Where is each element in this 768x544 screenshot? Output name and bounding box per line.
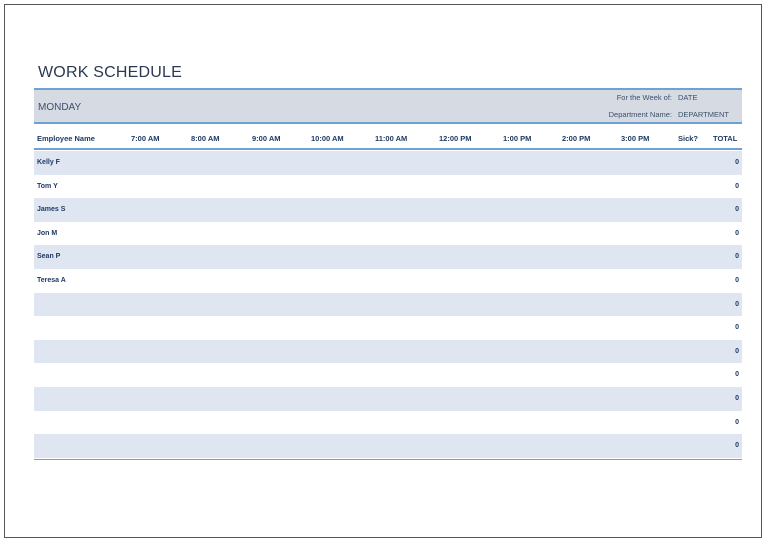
table-row[interactable]: Sean P 0 <box>34 245 742 269</box>
row-total: 0 <box>735 229 739 237</box>
row-total: 0 <box>735 347 739 355</box>
employee-name: Kelly F <box>37 159 60 166</box>
col-9am: 9:00 AM <box>252 134 281 143</box>
col-3pm: 3:00 PM <box>621 134 650 143</box>
row-total: 0 <box>735 300 739 308</box>
day-label: MONDAY <box>38 102 82 113</box>
col-sick: Sick? <box>678 134 699 143</box>
row-total: 0 <box>735 394 739 402</box>
table-row[interactable]: Tom Y 0 <box>34 175 742 199</box>
department-value[interactable]: DEPARTMENT <box>678 110 729 119</box>
table-row[interactable]: 0 <box>34 434 742 458</box>
col-1pm: 1:00 PM <box>503 134 532 143</box>
row-total: 0 <box>735 324 739 332</box>
col-11am: 11:00 AM <box>375 134 408 143</box>
column-header-row: Employee Name 7:00 AM 8:00 AM 9:00 AM 10… <box>34 128 742 150</box>
table-row[interactable]: Jon M 0 <box>34 222 742 246</box>
table-row[interactable]: 0 <box>34 339 742 364</box>
row-total: 0 <box>735 418 739 426</box>
col-7am: 7:00 AM <box>131 134 160 143</box>
table-bottom-border <box>34 459 742 460</box>
row-total: 0 <box>735 442 739 450</box>
row-total: 0 <box>735 159 739 166</box>
row-total: 0 <box>735 182 739 190</box>
col-12pm: 12:00 PM <box>439 134 472 143</box>
table-row[interactable]: Kelly F 0 <box>34 151 742 175</box>
department-label: Department Name: <box>608 110 672 119</box>
table-row[interactable]: 0 <box>34 316 742 340</box>
employee-name: Jon M <box>37 229 58 237</box>
row-total: 0 <box>735 276 739 284</box>
row-total: 0 <box>735 253 739 261</box>
employee-name: Teresa A <box>37 276 66 284</box>
row-total: 0 <box>735 371 739 379</box>
table-row[interactable]: James S 0 <box>34 198 742 222</box>
document-title: WORK SCHEDULE <box>38 64 182 81</box>
table-row[interactable]: 0 <box>34 363 742 387</box>
week-value[interactable]: DATE <box>678 93 697 102</box>
employee-name: James S <box>37 206 66 214</box>
employee-name: Sean P <box>37 253 61 261</box>
col-employee-name: Employee Name <box>37 134 95 143</box>
row-total: 0 <box>735 206 739 214</box>
employee-name: Tom Y <box>37 182 58 190</box>
table-row[interactable]: Teresa A 0 <box>34 269 742 293</box>
col-8am: 8:00 AM <box>191 134 220 143</box>
week-label: For the Week of: <box>616 93 672 102</box>
table-row[interactable]: 0 <box>34 386 742 411</box>
table-row[interactable]: 0 <box>34 411 742 435</box>
schedule-rows: Kelly F 0 Tom Y 0 James S 0 Jon M 0 Sean… <box>34 151 742 458</box>
col-10am: 10:00 AM <box>311 134 344 143</box>
col-2pm: 2:00 PM <box>562 134 591 143</box>
table-row[interactable]: 0 <box>34 292 742 317</box>
col-total: TOTAL <box>713 134 738 143</box>
day-header-band: MONDAY For the Week of: DATE Department … <box>34 88 742 124</box>
